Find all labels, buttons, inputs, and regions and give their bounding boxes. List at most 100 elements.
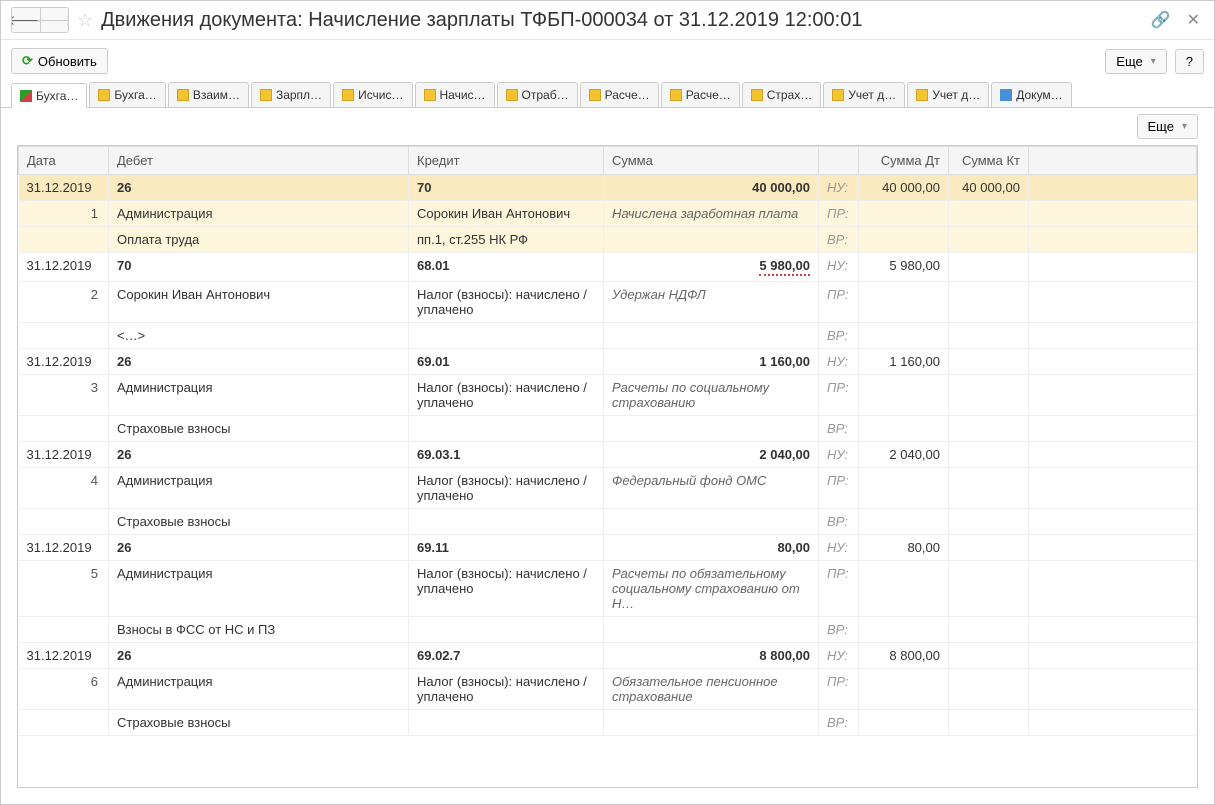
cell-desc: Начислена заработная плата	[604, 201, 819, 227]
sub-toolbar: Еще ▾	[1, 108, 1214, 145]
cell-credit-l1: Налог (взносы): начислено / уплачено	[409, 561, 604, 617]
cell-end	[1029, 375, 1197, 416]
cell-sum: 40 000,00	[604, 175, 819, 201]
tab-2[interactable]: Взаим…	[168, 82, 249, 107]
table-row[interactable]: 1АдминистрацияСорокин Иван АнтоновичНачи…	[19, 201, 1197, 227]
tab-3[interactable]: Зарпл…	[251, 82, 331, 107]
col-sum-kt[interactable]: Сумма Кт	[949, 147, 1029, 175]
cell-debit-l1: Администрация	[109, 201, 409, 227]
cell-pr-label: ПР:	[819, 561, 859, 617]
table-row[interactable]: Оплата трудапп.1, ст.255 НК РФВР:	[19, 227, 1197, 253]
cell-credit-l1: Сорокин Иван Антонович	[409, 201, 604, 227]
cell-nu-label: НУ:	[819, 442, 859, 468]
tab-8[interactable]: Расче…	[661, 82, 740, 107]
table-row[interactable]: 31.12.20192669.011 160,00НУ:1 160,00	[19, 349, 1197, 375]
cell-date: 31.12.2019	[19, 175, 109, 201]
col-end[interactable]	[1029, 147, 1197, 175]
reg-icon	[424, 89, 436, 101]
tab-0[interactable]: Бухга…	[11, 83, 87, 108]
cell-empty	[859, 375, 949, 416]
table-row[interactable]: 31.12.20192669.1180,00НУ:80,00	[19, 535, 1197, 561]
table-row[interactable]: Взносы в ФСС от НС и ПЗВР:	[19, 617, 1197, 643]
table-row[interactable]: Страховые взносыВР:	[19, 509, 1197, 535]
favorite-icon[interactable]: ☆	[77, 10, 93, 31]
reg-icon	[342, 89, 354, 101]
cell-end	[1029, 201, 1197, 227]
grid[interactable]: Дата Дебет Кредит Сумма Сумма Дт Сумма К…	[17, 145, 1198, 788]
tab-6[interactable]: Отраб…	[497, 82, 578, 107]
help-button[interactable]: ?	[1175, 49, 1204, 74]
table-row[interactable]: 4АдминистрацияНалог (взносы): начислено …	[19, 468, 1197, 509]
cell-credit-l2: пп.1, ст.255 НК РФ	[409, 227, 604, 253]
cell-sum-kt: 40 000,00	[949, 175, 1029, 201]
cell-credit-acc: 69.01	[409, 349, 604, 375]
tab-11[interactable]: Учет д…	[907, 82, 989, 107]
cell-credit-acc: 68.01	[409, 253, 604, 282]
cell-empty	[949, 468, 1029, 509]
col-spacer[interactable]	[819, 147, 859, 175]
cell-end	[1029, 416, 1197, 442]
cell-end	[1029, 468, 1197, 509]
close-icon[interactable]: ✕	[1183, 10, 1204, 30]
more-button[interactable]: Еще ▾	[1105, 49, 1166, 74]
tab-9[interactable]: Страх…	[742, 82, 822, 107]
col-debit[interactable]: Дебет	[109, 147, 409, 175]
col-sum[interactable]: Сумма	[604, 147, 819, 175]
cell-debit-l1: Сорокин Иван Антонович	[109, 282, 409, 323]
forward-button[interactable]: 🡒	[40, 8, 68, 32]
cell-end	[1029, 349, 1197, 375]
more-label: Еще	[1116, 54, 1142, 69]
col-sum-dt[interactable]: Сумма Дт	[859, 147, 949, 175]
cell-empty	[859, 617, 949, 643]
refresh-button[interactable]: ⟳ Обновить	[11, 48, 108, 74]
table-row[interactable]: Страховые взносыВР:	[19, 416, 1197, 442]
cell-end	[1029, 509, 1197, 535]
cell-empty	[949, 416, 1029, 442]
cell-sum-kt	[949, 535, 1029, 561]
cell-credit-l2	[409, 416, 604, 442]
cell-pr-label: ПР:	[819, 669, 859, 710]
cell-credit-l2	[409, 509, 604, 535]
table-row[interactable]: 31.12.2019267040 000,00НУ:40 000,0040 00…	[19, 175, 1197, 201]
table-row[interactable]: <…>ВР:	[19, 323, 1197, 349]
cell-sum-dt: 1 160,00	[859, 349, 949, 375]
link-icon[interactable]: 🔗	[1147, 10, 1175, 30]
col-date[interactable]: Дата	[19, 147, 109, 175]
cell-pr-label: ПР:	[819, 201, 859, 227]
col-credit[interactable]: Кредит	[409, 147, 604, 175]
cell-empty	[19, 323, 109, 349]
cell-empty	[949, 617, 1029, 643]
cell-row-num: 1	[19, 201, 109, 227]
tab-4[interactable]: Исчис…	[333, 82, 412, 107]
cell-empty	[19, 227, 109, 253]
cell-empty	[604, 323, 819, 349]
cell-sum-kt	[949, 442, 1029, 468]
table-row[interactable]: 5АдминистрацияНалог (взносы): начислено …	[19, 561, 1197, 617]
cell-sum-dt: 5 980,00	[859, 253, 949, 282]
grid-more-button[interactable]: Еще ▾	[1137, 114, 1198, 139]
cell-credit-acc: 69.11	[409, 535, 604, 561]
cell-pr-label: ПР:	[819, 282, 859, 323]
cell-empty	[604, 509, 819, 535]
tab-1[interactable]: Бухга…	[89, 82, 165, 107]
tab-5[interactable]: Начис…	[415, 82, 495, 107]
cell-nu-label: НУ:	[819, 349, 859, 375]
table-row[interactable]: 3АдминистрацияНалог (взносы): начислено …	[19, 375, 1197, 416]
table-row[interactable]: Страховые взносыВР:	[19, 710, 1197, 736]
table-row[interactable]: 2Сорокин Иван АнтоновичНалог (взносы): н…	[19, 282, 1197, 323]
tab-12[interactable]: Докум…	[991, 82, 1071, 107]
refresh-icon: ⟳	[22, 53, 33, 69]
cell-end	[1029, 710, 1197, 736]
table-row[interactable]: 31.12.20192669.02.78 800,00НУ:8 800,00	[19, 643, 1197, 669]
table-row[interactable]: 31.12.20197068.015 980,00НУ:5 980,00	[19, 253, 1197, 282]
cell-end	[1029, 442, 1197, 468]
cell-debit-l2: Страховые взносы	[109, 710, 409, 736]
cell-sum-kt	[949, 643, 1029, 669]
cell-empty	[859, 201, 949, 227]
cell-empty	[949, 227, 1029, 253]
table-row[interactable]: 6АдминистрацияНалог (взносы): начислено …	[19, 669, 1197, 710]
tab-label: Учет д…	[932, 88, 980, 102]
tab-10[interactable]: Учет д…	[823, 82, 905, 107]
tab-7[interactable]: Расче…	[580, 82, 659, 107]
table-row[interactable]: 31.12.20192669.03.12 040,00НУ:2 040,00	[19, 442, 1197, 468]
